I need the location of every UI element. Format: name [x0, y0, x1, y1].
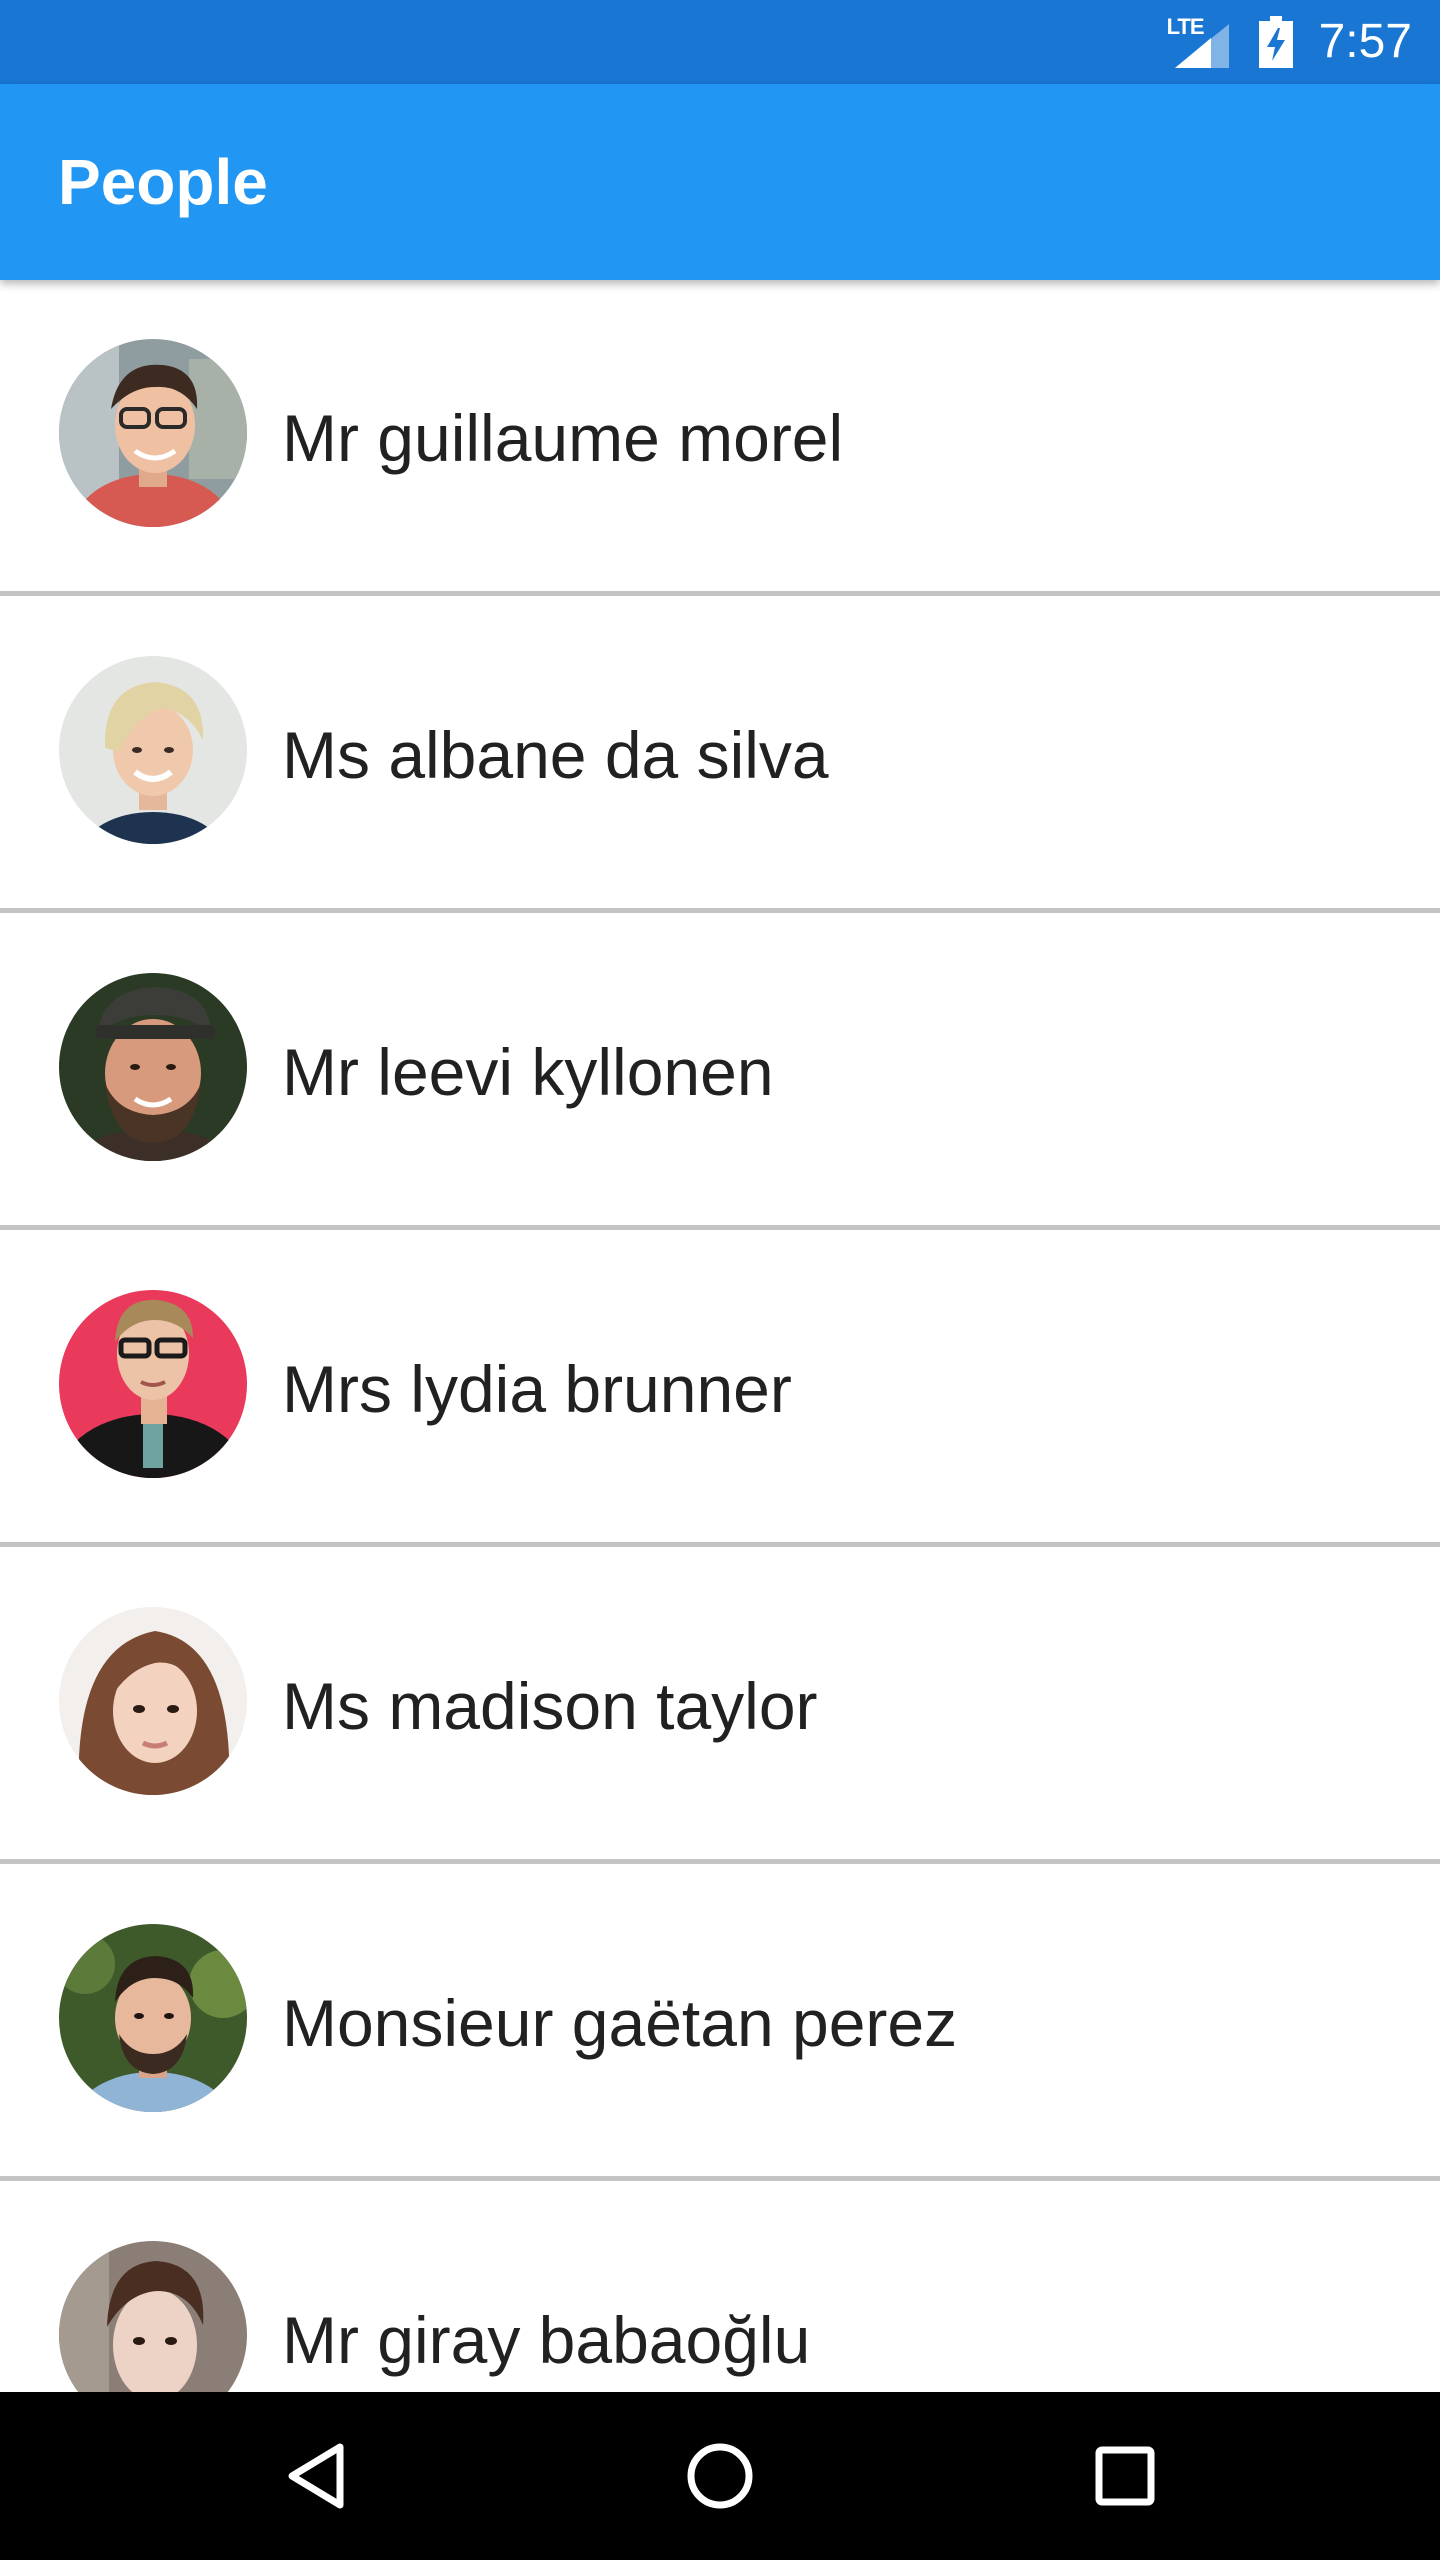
navigation-bar — [0, 2392, 1440, 2560]
status-icons: LTE 7:57 — [1167, 0, 1412, 84]
home-icon — [687, 2443, 753, 2509]
avatar — [59, 1607, 247, 1795]
people-list[interactable]: Mr guillaume morel Ms albane da silva Mr… — [0, 280, 1440, 2392]
divider — [0, 591, 1440, 596]
avatar — [59, 2241, 247, 2392]
list-item-person[interactable]: Ms albane da silva — [0, 597, 1440, 914]
avatar — [59, 339, 247, 527]
divider — [0, 1859, 1440, 1864]
home-button[interactable] — [640, 2392, 800, 2560]
person-name: Monsieur gaëtan perez — [282, 1986, 958, 2060]
status-time: 7:57 — [1318, 15, 1412, 68]
avatar — [59, 656, 247, 844]
list-item-person[interactable]: Mr giray babaoğlu — [0, 2182, 1440, 2392]
divider — [0, 1225, 1440, 1230]
recents-icon — [1095, 2446, 1155, 2506]
person-name: Ms albane da silva — [282, 718, 829, 792]
status-bar: LTE 7:57 — [0, 0, 1440, 84]
person-name: Ms madison taylor — [282, 1669, 818, 1743]
recents-button[interactable] — [1045, 2392, 1205, 2560]
divider — [0, 2176, 1440, 2181]
list-item-person[interactable]: Ms madison taylor — [0, 1548, 1440, 1865]
people-screen: LTE 7:57 People Mr guillaume morel Ms al… — [0, 0, 1440, 2560]
list-item-person[interactable]: Monsieur gaëtan perez — [0, 1865, 1440, 2182]
divider — [0, 1542, 1440, 1547]
back-button[interactable] — [236, 2392, 396, 2560]
list-item-person[interactable]: Mr guillaume morel — [0, 280, 1440, 597]
person-name: Mr giray babaoğlu — [282, 2303, 811, 2377]
list-item-person[interactable]: Mr leevi kyllonen — [0, 914, 1440, 1231]
list-item-person[interactable]: Mrs lydia brunner — [0, 1231, 1440, 1548]
person-name: Mr leevi kyllonen — [282, 1035, 774, 1109]
lte-signal-icon: LTE — [1167, 16, 1233, 68]
divider — [0, 908, 1440, 913]
avatar — [59, 1924, 247, 2112]
person-name: Mr guillaume morel — [282, 401, 844, 475]
app-bar: People — [0, 84, 1440, 280]
avatar — [59, 1290, 247, 1478]
page-title: People — [58, 146, 268, 218]
back-icon — [288, 2443, 344, 2509]
cell-signal-icon — [1174, 24, 1229, 68]
battery-charging-icon — [1258, 16, 1293, 68]
avatar — [59, 973, 247, 1161]
person-name: Mrs lydia brunner — [282, 1352, 792, 1426]
